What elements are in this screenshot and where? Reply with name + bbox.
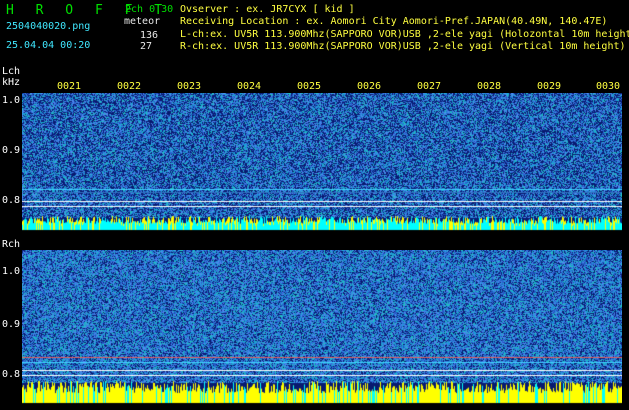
time-tick-0028: 0028 [477,81,502,92]
time-tick-0025: 0025 [297,81,322,92]
hrofft-screen: H R O F F T 2ch 0.30 meteor 136 27 25040… [0,0,629,410]
location-line: Receiving Location : ex. Aomori City Aom… [180,16,608,27]
lch-label: Lch [2,66,21,77]
lch-spectrogram-canvas [22,93,622,232]
time-tick-0024: 0024 [237,81,262,92]
rch-description: R-ch:ex. UV5R 113.900Mhz(SAPPORO VOR)USB… [180,41,626,52]
time-tick-0023: 0023 [177,81,202,92]
rch-tick-0-8: 0.8 [2,369,21,380]
file-name: 2504040020.png [6,21,91,32]
time-tick-0029: 0029 [537,81,562,92]
lch-description: L-ch:ex. UV5R 113.900Mhz(SAPPORO VOR)USB… [180,29,629,40]
version-label: 2ch 0.30 [125,4,174,15]
rch-label: Rch [2,239,21,250]
lch-unit: kHz [2,77,21,88]
rch-tick-1-0: 1.0 [2,266,21,277]
lch-count: 136 [140,30,159,41]
date-time: 25.04.04 00:20 [6,40,91,51]
time-tick-0021: 0021 [57,81,82,92]
mode-label: meteor [124,16,161,27]
rch-spectrogram-canvas [22,250,622,405]
time-tick-0022: 0022 [117,81,142,92]
rch-count: 27 [140,41,153,52]
observer-line: Ovserver : ex. JR7CYX [ kid ] [180,4,355,15]
lch-tick-0-9: 0.9 [2,145,21,156]
lch-tick-0-8: 0.8 [2,195,21,206]
time-tick-0027: 0027 [417,81,442,92]
time-tick-0030: 0030 [596,81,621,92]
lch-tick-1-0: 1.0 [2,95,21,106]
rch-spectrogram [22,250,622,405]
lch-spectrogram [22,93,622,232]
time-tick-0026: 0026 [357,81,382,92]
rch-tick-0-9: 0.9 [2,319,21,330]
